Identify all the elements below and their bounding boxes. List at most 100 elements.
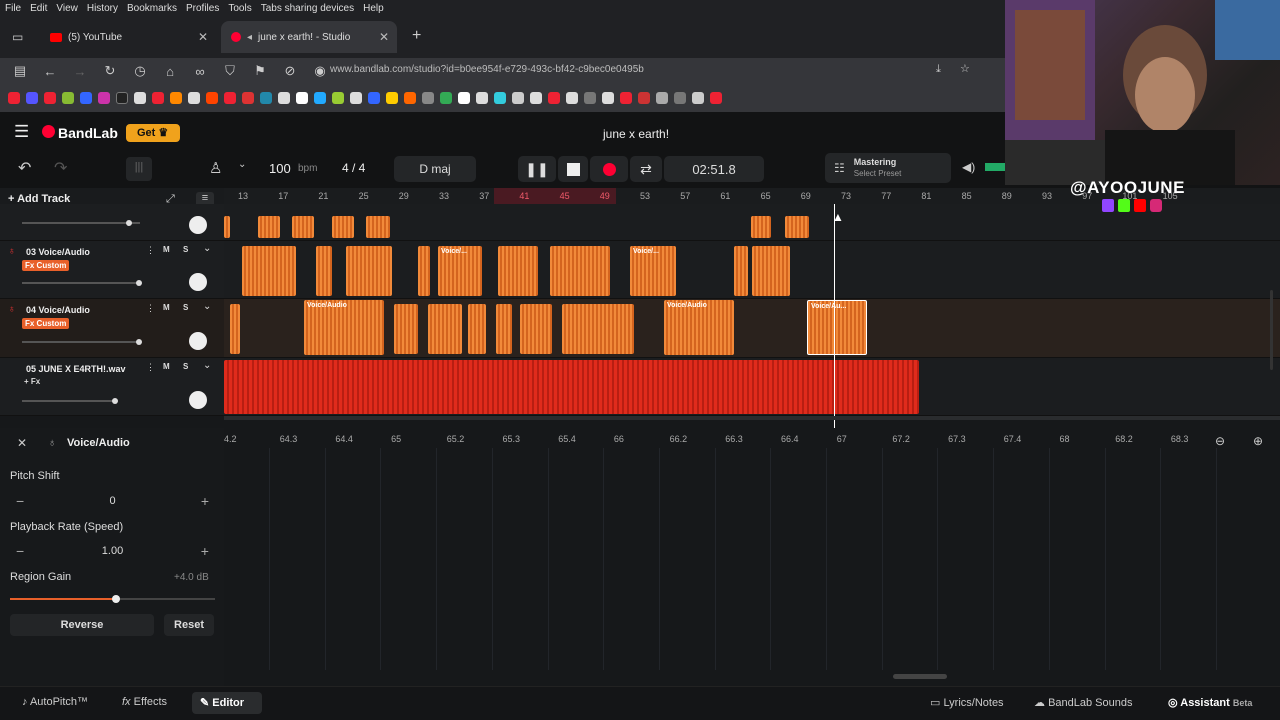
bookmark-icon[interactable]: [530, 92, 542, 104]
audio-clip[interactable]: Voice/...: [630, 246, 676, 296]
get-button[interactable]: Get ♛: [126, 124, 180, 142]
audio-clip[interactable]: [316, 246, 332, 296]
stop-button[interactable]: [558, 156, 588, 182]
audio-clip[interactable]: [428, 304, 462, 354]
track-header-04[interactable]: ♁ 04 Voice/Audio Fx Custom ⋮ M S ⌄: [0, 299, 224, 358]
tempo-value[interactable]: 100: [269, 161, 291, 176]
bookmark-icon[interactable]: [260, 92, 272, 104]
audio-clip[interactable]: [224, 216, 230, 238]
plus-icon[interactable]: +: [201, 543, 209, 559]
editor-button[interactable]: ✎ Editor: [192, 692, 262, 714]
track-lane-03[interactable]: Voice/... Voice/...: [224, 241, 1280, 299]
audio-clip[interactable]: [242, 246, 296, 296]
gain-handle[interactable]: [112, 595, 120, 603]
audio-clip[interactable]: [224, 360, 919, 414]
solo-button[interactable]: S: [183, 245, 188, 254]
undo-icon[interactable]: ↶: [18, 158, 31, 178]
bookmark-icon[interactable]: [116, 92, 128, 104]
add-fx-button[interactable]: + Fx: [24, 377, 40, 386]
audio-clip[interactable]: [734, 246, 748, 296]
audio-clip[interactable]: [346, 246, 392, 296]
bookmark-icon[interactable]: [476, 92, 488, 104]
bookmark-icon[interactable]: [548, 92, 560, 104]
audio-clip[interactable]: [751, 216, 771, 238]
audio-clip[interactable]: [332, 216, 354, 238]
volume-slider[interactable]: [22, 398, 118, 404]
menu-view[interactable]: View: [56, 3, 78, 14]
bookmark-icon[interactable]: [566, 92, 578, 104]
pause-button[interactable]: ❚❚: [518, 156, 556, 182]
solo-button[interactable]: S: [183, 362, 188, 371]
audio-clip[interactable]: [550, 246, 610, 296]
bookmark-icon[interactable]: [224, 92, 236, 104]
reset-button[interactable]: Reset: [164, 614, 214, 636]
bookmark-icon[interactable]: [674, 92, 686, 104]
menu-edit[interactable]: Edit: [30, 3, 47, 14]
audio-clip[interactable]: [468, 304, 486, 354]
playhead[interactable]: [834, 204, 835, 428]
close-icon[interactable]: ✕: [198, 30, 208, 44]
key-button[interactable]: D maj: [394, 156, 476, 182]
track-name[interactable]: 05 JUNE X E4RTH!.wav: [26, 364, 126, 374]
audio-clip[interactable]: [258, 216, 280, 238]
pan-knob[interactable]: [189, 273, 207, 291]
audio-clip[interactable]: [752, 246, 790, 296]
metronome-icon[interactable]: ♙: [209, 159, 222, 177]
more-icon[interactable]: ⋮: [146, 303, 155, 314]
editor-grid[interactable]: [224, 448, 1280, 670]
menu-history[interactable]: History: [87, 3, 118, 14]
volume-slider[interactable]: [22, 280, 142, 286]
tracking-icon[interactable]: ⚑: [245, 63, 275, 79]
minus-icon[interactable]: −: [16, 543, 24, 559]
audio-clip-selected[interactable]: Voice/Au...: [807, 300, 867, 355]
volume-icon[interactable]: ◀): [962, 160, 975, 174]
close-icon[interactable]: ✕: [379, 30, 389, 44]
track-header-05[interactable]: 05 JUNE X E4RTH!.wav + Fx ⋮ M S ⌄: [0, 358, 224, 416]
forward-icon[interactable]: →: [65, 64, 95, 79]
fx-badge[interactable]: Fx Custom: [22, 260, 70, 271]
track-header-03[interactable]: ♁ 03 Voice/Audio Fx Custom ⋮ M S ⌄: [0, 241, 224, 299]
track-name[interactable]: 04 Voice/Audio: [26, 305, 90, 315]
record-button[interactable]: [590, 156, 628, 182]
assistant-button[interactable]: ◎ Assistant Beta: [1168, 696, 1252, 709]
download-icon[interactable]: ⤓: [936, 63, 941, 76]
audio-clip[interactable]: [562, 304, 634, 354]
bookmark-icon[interactable]: [386, 92, 398, 104]
bookmark-icon[interactable]: [44, 92, 56, 104]
chevron-down-icon[interactable]: ⌄: [203, 243, 211, 254]
bookmark-icon[interactable]: [350, 92, 362, 104]
tab-youtube[interactable]: (5) YouTube ✕: [40, 21, 216, 53]
bookmark-icon[interactable]: [98, 92, 110, 104]
bookmark-icon[interactable]: [62, 92, 74, 104]
menu-profiles[interactable]: Profiles: [186, 3, 219, 14]
mic-icon[interactable]: ♁: [8, 304, 16, 315]
back-icon[interactable]: ←: [35, 64, 65, 79]
block-icon[interactable]: ⊘: [275, 63, 305, 79]
loop-button[interactable]: ⇄: [630, 156, 662, 182]
bookmark-icon[interactable]: [170, 92, 182, 104]
audio-clip[interactable]: [394, 304, 418, 354]
bookmark-icon[interactable]: [584, 92, 596, 104]
home-icon[interactable]: ⌂: [155, 64, 185, 79]
editor-scrollbar[interactable]: [893, 674, 947, 679]
bookmark-icon[interactable]: [8, 92, 20, 104]
bookmark-icon[interactable]: [152, 92, 164, 104]
audio-clip[interactable]: [230, 304, 240, 354]
close-icon[interactable]: ✕: [17, 436, 27, 450]
pan-knob[interactable]: [189, 391, 207, 409]
bookmark-icon[interactable]: [368, 92, 380, 104]
autopitch-button[interactable]: ♪ AutoPitch™: [22, 696, 88, 708]
bookmark-icon[interactable]: [692, 92, 704, 104]
region-gain-slider[interactable]: [10, 595, 215, 603]
shield-icon[interactable]: ⛉: [215, 63, 245, 79]
bookmark-icon[interactable]: [422, 92, 434, 104]
bookmark-icon[interactable]: [512, 92, 524, 104]
bookmark-icon[interactable]: [620, 92, 632, 104]
menu-help[interactable]: Help: [363, 3, 384, 14]
menu-tools[interactable]: Tools: [228, 3, 251, 14]
vertical-scrollbar[interactable]: [1270, 290, 1273, 370]
reload-icon[interactable]: ↻: [95, 63, 125, 79]
url-field[interactable]: www.bandlab.com/studio?id=b0ee954f-e729-…: [330, 64, 644, 75]
mute-button[interactable]: M: [163, 245, 170, 254]
pan-knob[interactable]: [189, 332, 207, 350]
